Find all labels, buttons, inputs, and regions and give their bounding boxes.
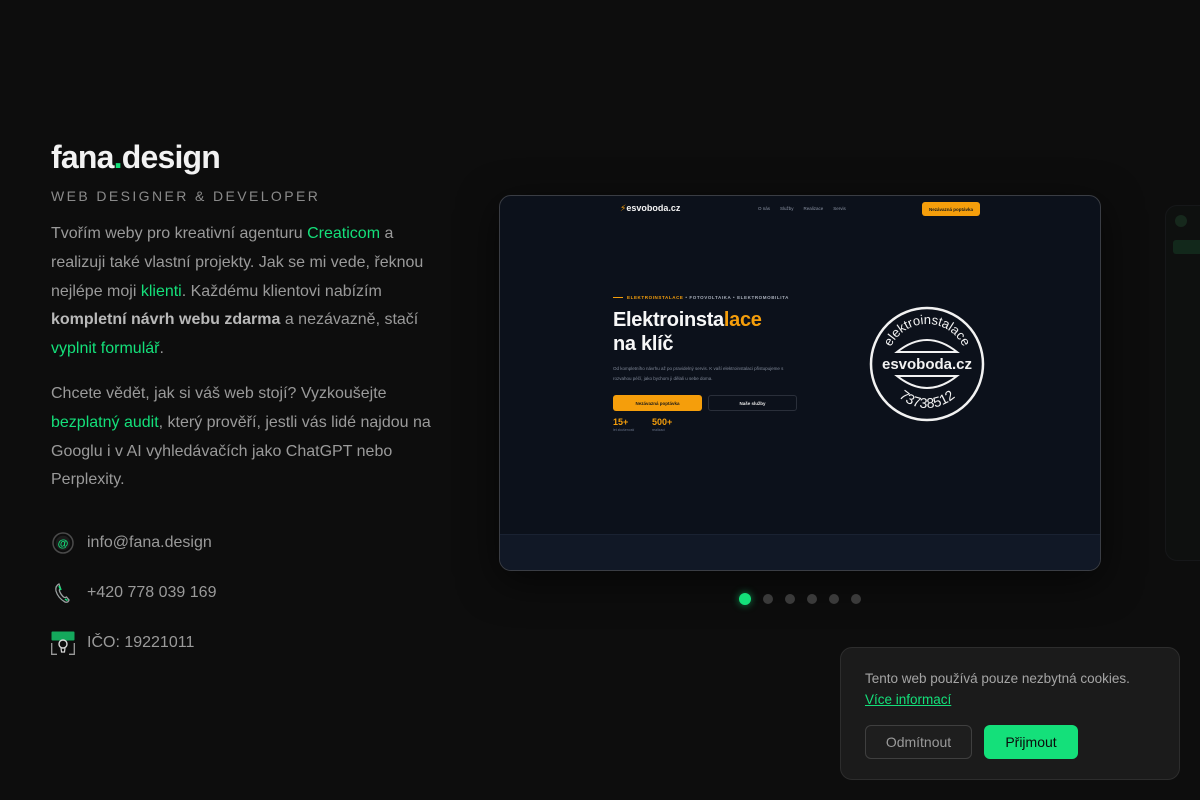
mock-nav-link: Servis — [833, 206, 846, 211]
subtitle: WEB DESIGNER & DEVELOPER — [51, 188, 321, 204]
stat-number: 15+ — [613, 417, 629, 427]
contact-phone[interactable]: +420 778 039 169 — [51, 581, 443, 605]
mock-stat: 15+ let zkušeností — [613, 417, 634, 432]
email-address: info@fana.design — [87, 534, 212, 552]
free-audit-link[interactable]: bezplatný audit — [51, 414, 159, 431]
free-design-highlight: kompletní návrh webu zdarma — [51, 311, 281, 329]
cookie-accept-button[interactable]: Přijmout — [984, 725, 1078, 759]
carousel-dot[interactable] — [807, 594, 817, 604]
id-card-icon — [51, 631, 75, 656]
company-id: IČO: 19221011 — [87, 634, 195, 652]
carousel-dot[interactable] — [851, 594, 861, 604]
cookie-more-info-link[interactable]: Více informací — [865, 689, 1155, 710]
mock-headline: Elektroinstalace na klíč — [613, 308, 762, 356]
carousel-dot[interactable] — [739, 593, 751, 605]
intro-text: . — [159, 340, 164, 358]
intro-text: . Každému klientovi nabízím — [181, 282, 382, 300]
mock-nav-link: O nás — [758, 206, 771, 211]
contact-email[interactable]: @ info@fana.design — [51, 531, 443, 555]
mock-next-section — [500, 534, 1100, 570]
carousel-dot[interactable] — [785, 594, 795, 604]
kicker-line — [613, 297, 623, 299]
portfolio-slide[interactable]: ⚡esvoboda.cz O nás Služby Realizace Serv… — [499, 195, 1101, 571]
mock-nav-link: Realizace — [803, 206, 824, 211]
mock-kicker: ELEKTROINSTALACE • FOTOVOLTAIKA • ELEKTR… — [613, 295, 789, 300]
kicker-accent: ELEKTROINSTALACE — [627, 295, 684, 300]
at-icon: @ — [51, 531, 75, 555]
headline-line2: na klíč — [613, 333, 674, 355]
cookie-decline-button[interactable]: Odmítnout — [865, 725, 972, 759]
phone-number: +420 778 039 169 — [87, 584, 217, 602]
intro-column: fana.design WEB DESIGNER & DEVELOPER Tvo… — [51, 138, 443, 681]
stamp-middle-text: esvoboda.cz — [882, 356, 972, 373]
headline-part: Elektroinsta — [613, 309, 724, 331]
intro-text: a nezávazně, stačí — [280, 311, 419, 329]
next-slide-preview[interactable] — [1165, 205, 1200, 561]
mock-nav-link: Služby — [780, 206, 794, 211]
headline-accent: lace — [723, 309, 762, 331]
stamp-bottom-text: 73738512 — [897, 387, 958, 412]
mock-stat: 500+ realizací — [652, 417, 672, 432]
stat-number: 500+ — [652, 417, 673, 427]
mock-logo: ⚡esvoboda.cz — [620, 203, 680, 214]
audit-paragraph: Chcete vědět, jak si váš web stojí? Vyzk… — [51, 380, 443, 495]
preview-shape — [1173, 240, 1200, 254]
mock-nav-cta: Nezávazná poptávka — [922, 202, 980, 216]
preview-shape — [1175, 215, 1187, 227]
logo-text-part2: design — [121, 139, 221, 175]
stat-label: let zkušeností — [613, 428, 635, 432]
mock-navbar: ⚡esvoboda.cz O nás Služby Realizace Serv… — [500, 196, 1100, 222]
carousel-dot[interactable] — [829, 594, 839, 604]
intro-paragraph: Tvořím weby pro kreativní agenturu Creat… — [51, 220, 443, 364]
creaticom-link[interactable]: Creaticom — [307, 225, 380, 242]
stamp-logo: elektroinstalace esvoboda.cz 73738512 — [869, 306, 985, 422]
audit-text: Chcete vědět, jak si váš web stojí? Vyzk… — [51, 384, 387, 402]
mock-secondary-button: Naše služby — [708, 395, 797, 411]
cookie-banner: Tento web používá pouze nezbytná cookies… — [840, 647, 1180, 780]
cookie-text: Tento web používá pouze nezbytná cookies… — [865, 671, 1130, 686]
clients-link[interactable]: klienti — [141, 283, 182, 300]
logo-dot: . — [113, 139, 123, 175]
phone-icon — [51, 581, 75, 605]
carousel-dot[interactable] — [763, 594, 773, 604]
mock-logo-text: esvoboda.cz — [626, 203, 681, 213]
mock-paragraph: Od kompletního návrhu až po pravidelný s… — [613, 366, 784, 381]
fill-form-link[interactable]: vyplnit formulář — [51, 340, 159, 357]
kicker-rest: • FOTOVOLTAIKA • ELEKTROMOBILITA — [683, 295, 789, 300]
cookie-actions: Odmítnout Přijmout — [865, 725, 1078, 759]
stat-label: realizací — [652, 428, 666, 432]
intro-text: Tvořím weby pro kreativní agenturu — [51, 225, 308, 242]
mock-nav-links: O nás Služby Realizace Servis — [758, 206, 846, 211]
contact-ico: IČO: 19221011 — [51, 631, 443, 656]
carousel-dots — [739, 593, 861, 605]
logo-text-part1: fana — [51, 139, 114, 175]
contact-list: @ info@fana.design +420 778 039 169 IČO:… — [51, 531, 443, 656]
svg-text:@: @ — [58, 538, 69, 550]
site-logo[interactable]: fana.design — [51, 138, 443, 176]
mock-primary-button: Nezávazná poptávka — [613, 395, 702, 411]
